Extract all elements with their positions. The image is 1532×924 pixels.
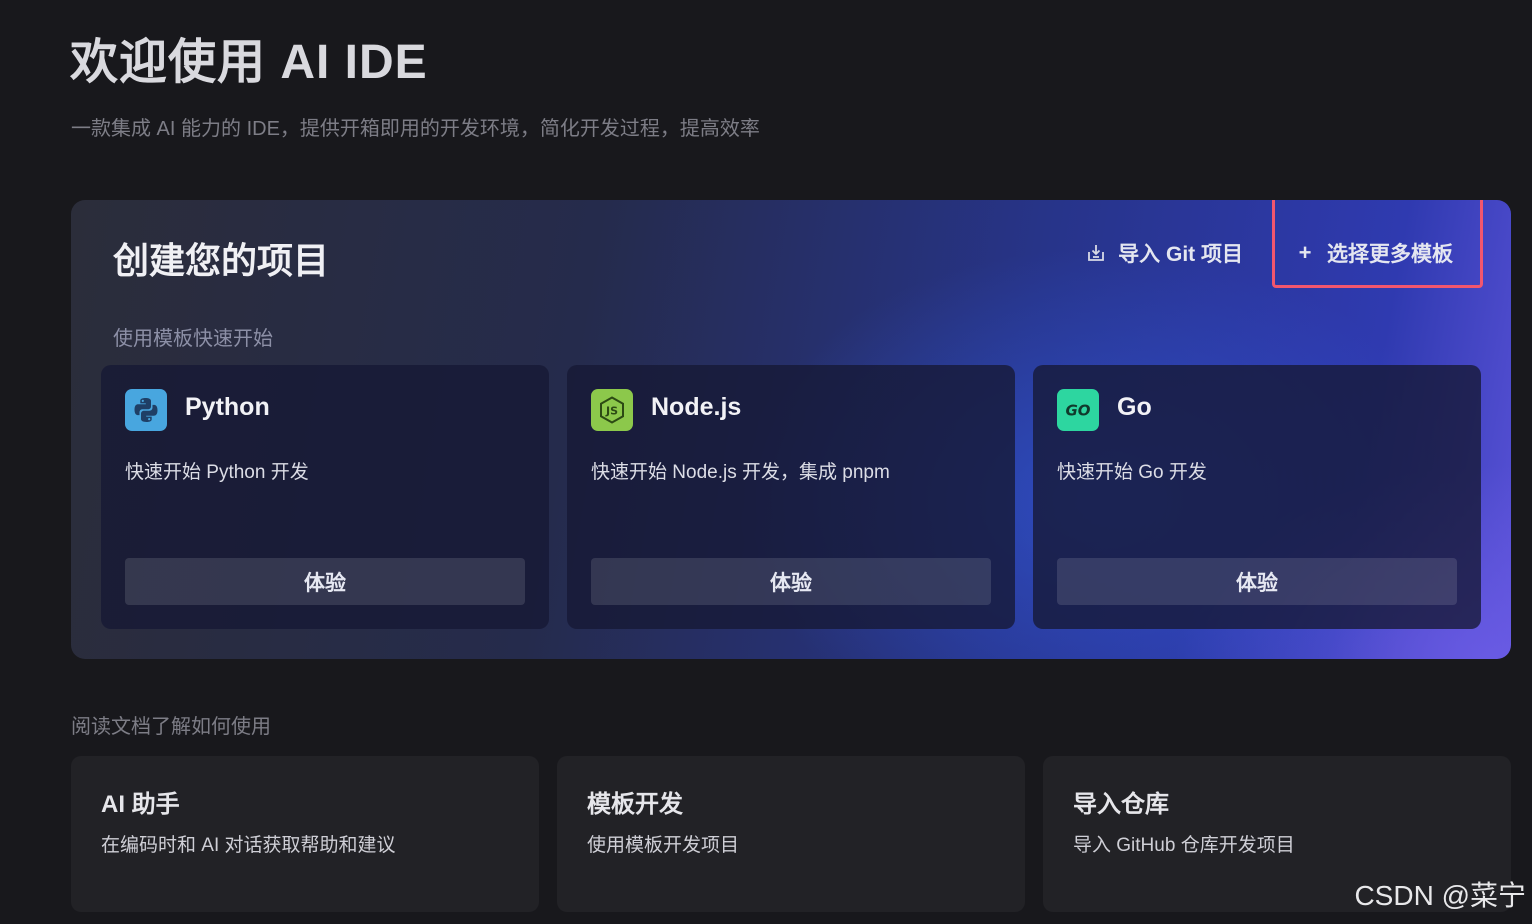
templates-subtitle: 使用模板快速开始: [113, 328, 273, 350]
doc-title: AI 助手: [101, 791, 180, 818]
svg-text:JS: JS: [605, 405, 618, 418]
create-project-title: 创建您的项目: [113, 240, 330, 281]
try-button-python[interactable]: 体验: [125, 558, 525, 605]
python-icon: [125, 389, 167, 431]
go-icon: GO: [1057, 389, 1099, 431]
template-card-nodejs[interactable]: JS Node.js 快速开始 Node.js 开发，集成 pnpm 体验: [567, 365, 1015, 629]
doc-desc: 导入 GitHub 仓库开发项目: [1073, 835, 1295, 856]
more-templates-button[interactable]: + 选择更多模板: [1295, 238, 1453, 268]
plus-icon: +: [1298, 240, 1312, 265]
doc-desc: 使用模板开发项目: [587, 835, 740, 856]
template-card-python[interactable]: Python 快速开始 Python 开发 体验: [101, 365, 549, 629]
create-project-panel: 创建您的项目 导入 Git 项目 + 选择更多模板 使用模板快速开始 Pytho…: [71, 200, 1511, 659]
doc-title: 模板开发: [587, 791, 683, 818]
doc-title: 导入仓库: [1073, 791, 1169, 818]
page: 欢迎使用 AI IDE 一款集成 AI 能力的 IDE，提供开箱即用的开发环境，…: [0, 0, 1532, 924]
page-title: 欢迎使用 AI IDE: [70, 36, 428, 89]
panel-actions: 导入 Git 项目 + 选择更多模板: [1086, 236, 1453, 270]
template-name: Go: [1117, 393, 1152, 421]
docs-heading: 阅读文档了解如何使用: [71, 716, 271, 738]
doc-card-ai-assistant[interactable]: AI 助手 在编码时和 AI 对话获取帮助和建议: [71, 756, 539, 912]
template-card-go[interactable]: GO Go 快速开始 Go 开发 体验: [1033, 365, 1481, 629]
try-button-go[interactable]: 体验: [1057, 558, 1457, 605]
import-git-button[interactable]: 导入 Git 项目: [1086, 238, 1243, 268]
svg-text:GO: GO: [1065, 402, 1090, 420]
template-name: Python: [185, 393, 270, 421]
import-git-label: 导入 Git 项目: [1118, 243, 1243, 266]
try-button-nodejs[interactable]: 体验: [591, 558, 991, 605]
doc-card-template-dev[interactable]: 模板开发 使用模板开发项目: [557, 756, 1025, 912]
nodejs-icon: JS: [591, 389, 633, 431]
template-desc: 快速开始 Node.js 开发，集成 pnpm: [591, 462, 890, 483]
watermark: CSDN @菜宁: [1354, 880, 1526, 911]
import-icon: [1086, 243, 1106, 263]
template-name: Node.js: [651, 393, 742, 421]
more-templates-label: 选择更多模板: [1327, 243, 1453, 266]
template-desc: 快速开始 Go 开发: [1057, 462, 1207, 483]
template-desc: 快速开始 Python 开发: [125, 462, 309, 483]
doc-desc: 在编码时和 AI 对话获取帮助和建议: [101, 835, 396, 856]
page-subtitle: 一款集成 AI 能力的 IDE，提供开箱即用的开发环境，简化开发过程，提高效率: [71, 118, 760, 140]
